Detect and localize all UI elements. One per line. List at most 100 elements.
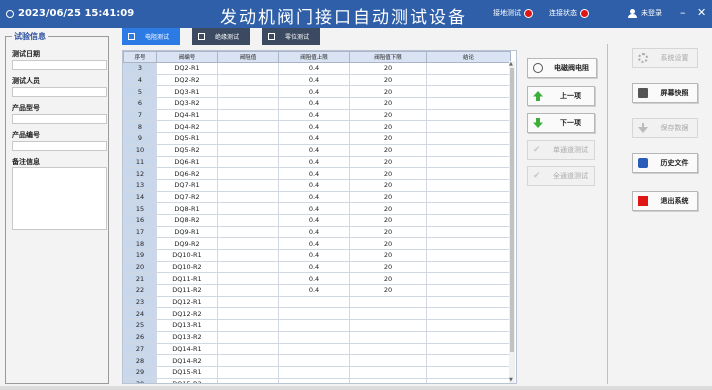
gear-icon <box>638 53 648 63</box>
table-cell <box>278 377 350 383</box>
table-cell: 3 <box>123 62 157 75</box>
table-cell: 0.4 <box>278 249 350 262</box>
scroll-thumb[interactable] <box>510 68 514 352</box>
close-button[interactable]: ✕ <box>697 6 706 19</box>
table-row[interactable]: 13 DQ7-R1 0.4 20 <box>123 178 511 192</box>
next-label: 下一项 <box>560 119 581 127</box>
table-cell: 8 <box>123 120 157 134</box>
table-row[interactable]: 17 DQ9-R1 0.4 20 <box>123 225 511 239</box>
bottom-border <box>0 386 712 390</box>
table-row[interactable]: 25 DQ13-R1 <box>123 319 511 332</box>
table-cell: 20 <box>123 260 157 274</box>
product-model-field[interactable] <box>12 114 107 124</box>
tester-field[interactable] <box>12 87 107 97</box>
scroll-down-icon[interactable]: ▼ <box>509 377 513 383</box>
tab-insulation-test[interactable]: 绝缘测试 <box>192 28 250 45</box>
table-cell: 25 <box>123 319 157 332</box>
column-header: 阀编号 <box>156 51 218 63</box>
save-data-label: 保存数据 <box>660 124 689 132</box>
tester-label: 测试人员 <box>12 77 40 85</box>
previous-label: 上一项 <box>560 92 581 100</box>
table-cell <box>217 132 279 145</box>
table-cell: 20 <box>349 85 427 99</box>
table-cell <box>349 377 427 383</box>
table-row[interactable]: 7 DQ4-R1 0.4 20 <box>123 108 511 122</box>
table-row[interactable]: 10 DQ5-R2 0.4 20 <box>123 143 511 157</box>
table-cell: 0.4 <box>278 178 350 192</box>
table-row[interactable]: 16 DQ8-R2 0.4 20 <box>123 213 511 227</box>
next-item-button[interactable]: 下一项 <box>527 113 595 133</box>
table-row[interactable]: 18 DQ9-R2 0.4 20 <box>123 237 511 250</box>
tab-zero-test[interactable]: 零位测试 <box>262 28 320 45</box>
table-cell <box>349 319 427 332</box>
table-row[interactable]: 3 DQ2-R1 0.4 20 <box>123 62 511 75</box>
table-row[interactable]: 23 DQ12-R1 <box>123 295 511 309</box>
valve-resistance-button[interactable]: 电磁阀电阻 <box>527 58 597 78</box>
table-row[interactable]: 24 DQ12-R2 <box>123 307 511 321</box>
minimize-button[interactable]: – <box>680 6 686 19</box>
table-row[interactable]: 4 DQ2-R2 0.4 20 <box>123 73 511 87</box>
table-cell: DQ3-R1 <box>156 85 218 99</box>
table-row[interactable]: 12 DQ6-R2 0.4 20 <box>123 167 511 180</box>
product-number-field[interactable] <box>12 141 107 151</box>
exit-system-button[interactable]: 退出系统 <box>632 191 698 211</box>
save-data-button[interactable]: 保存数据 <box>632 118 698 138</box>
previous-item-button[interactable]: 上一项 <box>527 86 595 106</box>
table-row[interactable]: 15 DQ8-R1 0.4 20 <box>123 202 511 215</box>
table-row[interactable]: 14 DQ7-R2 0.4 20 <box>123 190 511 204</box>
table-row[interactable]: 28 DQ14-R2 <box>123 354 511 367</box>
table-cell: 20 <box>349 97 427 110</box>
table-cell: 29 <box>123 365 157 379</box>
single-channel-test-button[interactable]: ✔ 单通道测试 <box>527 140 595 160</box>
table-row[interactable]: 19 DQ10-R1 0.4 20 <box>123 249 511 262</box>
table-cell <box>278 319 350 332</box>
table-cell: 23 <box>123 295 157 309</box>
table-cell: 22 <box>123 284 157 297</box>
table-row[interactable]: 11 DQ6-R1 0.4 20 <box>123 155 511 169</box>
table-row[interactable]: 9 DQ5-R1 0.4 20 <box>123 132 511 145</box>
system-settings-button[interactable]: 系统设置 <box>632 48 698 68</box>
table-cell <box>217 108 279 122</box>
table-cell: DQ10-R1 <box>156 249 218 262</box>
table-cell <box>217 213 279 227</box>
table-row[interactable]: 26 DQ13-R2 <box>123 330 511 344</box>
table-cell: 0.4 <box>278 284 350 297</box>
table-cell: 19 <box>123 249 157 262</box>
folder-icon <box>638 158 648 168</box>
panel-divider <box>607 44 608 384</box>
table-cell <box>349 365 427 379</box>
check-icon: ✔ <box>533 171 541 181</box>
table-cell <box>217 377 279 383</box>
table-cell <box>426 190 511 204</box>
table-cell: 10 <box>123 143 157 157</box>
table-row[interactable]: 27 DQ14-R1 <box>123 342 511 356</box>
table-row[interactable]: 29 DQ15-R1 <box>123 365 511 379</box>
table-row[interactable]: 8 DQ4-R2 0.4 20 <box>123 120 511 134</box>
table-row[interactable]: 5 DQ3-R1 0.4 20 <box>123 85 511 99</box>
remarks-field[interactable] <box>12 167 107 230</box>
table-cell <box>217 237 279 250</box>
table-cell: DQ8-R2 <box>156 213 218 227</box>
table-cell: 28 <box>123 354 157 367</box>
history-files-label: 历史文件 <box>660 159 689 167</box>
table-cell: 5 <box>123 85 157 99</box>
table-row[interactable]: 22 DQ11-R2 0.4 20 <box>123 284 511 297</box>
test-date-label: 测试日期 <box>12 50 40 58</box>
tab-resistance-test[interactable]: 电阻测试 <box>122 28 180 45</box>
test-date-field[interactable] <box>12 60 107 70</box>
table-scrollbar[interactable]: ▲ ▼ <box>509 61 515 383</box>
user-login[interactable]: 未登录 <box>628 8 662 18</box>
table-row[interactable]: 20 DQ10-R2 0.4 20 <box>123 260 511 274</box>
all-channel-test-button[interactable]: ✔ 全通道测试 <box>527 166 595 186</box>
history-files-button[interactable]: 历史文件 <box>632 153 698 173</box>
table-cell <box>217 120 279 134</box>
screenshot-button[interactable]: 屏幕快照 <box>632 83 698 103</box>
ground-test-status: 接地测试 <box>493 8 533 18</box>
table-row[interactable]: 21 DQ11-R1 0.4 20 <box>123 272 511 286</box>
table-cell: DQ5-R1 <box>156 132 218 145</box>
scroll-up-icon[interactable]: ▲ <box>509 61 513 67</box>
table-cell: 20 <box>349 202 427 215</box>
table-row[interactable]: 30 DQ15-R2 <box>123 377 511 383</box>
column-header: 阀阻值下限 <box>349 51 427 63</box>
table-row[interactable]: 6 DQ3-R2 0.4 20 <box>123 97 511 110</box>
